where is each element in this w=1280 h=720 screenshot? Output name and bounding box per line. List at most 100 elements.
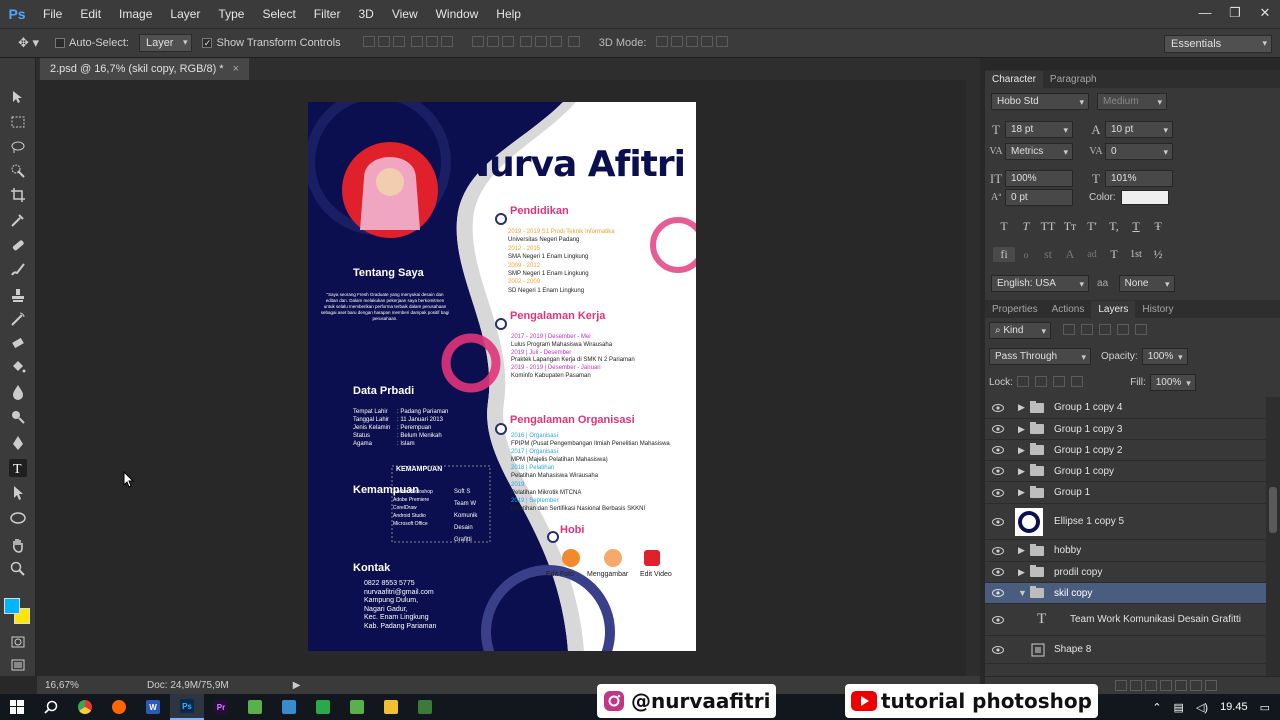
- tab-actions[interactable]: Actions: [1045, 301, 1092, 318]
- font-family-dropdown[interactable]: Hobo Std: [991, 93, 1089, 110]
- dodge-tool-icon[interactable]: [9, 408, 27, 426]
- close-tab-icon[interactable]: ×: [233, 63, 239, 75]
- foreground-color-swatch[interactable]: [4, 598, 20, 614]
- hand-tool-icon[interactable]: [9, 536, 27, 554]
- layer-footer-icons[interactable]: [1115, 680, 1220, 694]
- menu-filter[interactable]: Filter: [305, 0, 350, 28]
- menu-type[interactable]: Type: [209, 0, 253, 28]
- opacity-field[interactable]: 100%: [1141, 348, 1188, 365]
- quick-mask-icon[interactable]: [9, 633, 27, 651]
- restore-button[interactable]: ❐: [1220, 0, 1250, 26]
- faux-bold-button[interactable]: T: [993, 219, 1015, 234]
- eraser-tool-icon[interactable]: [9, 334, 27, 352]
- lasso-tool-icon[interactable]: [9, 138, 27, 156]
- menu-edit[interactable]: Edit: [71, 0, 110, 28]
- layer-filter-icons[interactable]: [1063, 323, 1150, 338]
- expand-arrow-icon[interactable]: ▶: [1018, 466, 1025, 477]
- move-tool-icon[interactable]: [9, 88, 27, 106]
- all-caps-button[interactable]: TT: [1037, 219, 1059, 234]
- taskbar-search-icon[interactable]: [34, 694, 68, 720]
- quick-select-tool-icon[interactable]: [9, 162, 27, 180]
- tab-properties[interactable]: Properties: [985, 301, 1045, 318]
- app-icon[interactable]: [238, 694, 272, 720]
- kerning-field[interactable]: Metrics: [1005, 143, 1073, 160]
- close-button[interactable]: ✕: [1250, 0, 1280, 26]
- premiere-icon[interactable]: Pr: [204, 694, 238, 720]
- blend-mode-dropdown[interactable]: Pass Through: [989, 348, 1091, 365]
- layer-row[interactable]: ▶ Group 1 copy: [985, 461, 1266, 482]
- time-display[interactable]: 19.45: [1220, 701, 1248, 713]
- layer-row[interactable]: ▶ Group 1 copy 2: [985, 440, 1266, 461]
- healing-brush-tool-icon[interactable]: [9, 236, 27, 254]
- app-icon[interactable]: [272, 694, 306, 720]
- notification-icon[interactable]: ▭: [1260, 701, 1270, 714]
- ellipse-tool-icon[interactable]: [9, 509, 27, 527]
- chrome-icon[interactable]: [68, 694, 102, 720]
- layer-row[interactable]: ▶ hobby: [985, 540, 1266, 562]
- file-explorer-icon[interactable]: [374, 694, 408, 720]
- font-size-field[interactable]: 18 pt: [1005, 121, 1073, 138]
- subscript-button[interactable]: T,: [1103, 219, 1125, 234]
- eye-icon[interactable]: [992, 546, 1004, 555]
- eye-icon[interactable]: [992, 467, 1004, 475]
- fill-field[interactable]: 100%: [1149, 374, 1196, 391]
- eye-icon[interactable]: [992, 517, 1004, 526]
- document-tab[interactable]: 2.psd @ 16,7% (skil copy, RGB/8) * ×: [40, 58, 250, 80]
- expand-arrow-icon[interactable]: ▶: [1018, 545, 1025, 556]
- auto-select-dropdown[interactable]: Layer: [138, 34, 193, 52]
- network-icon[interactable]: ▤: [1174, 701, 1184, 714]
- stylistic-alternates-button[interactable]: A: [1059, 247, 1081, 262]
- move-tool-preset-icon[interactable]: ✥ ▾: [18, 35, 39, 51]
- zoom-tool-icon[interactable]: [9, 560, 27, 578]
- anti-alias-dropdown[interactable]: None: [1118, 275, 1175, 292]
- path-selection-tool-icon[interactable]: [9, 484, 27, 502]
- layer-row[interactable]: ▶ Group 1 copy 3: [985, 419, 1266, 440]
- eye-icon[interactable]: [992, 589, 1004, 597]
- align-icons[interactable]: [362, 36, 456, 50]
- clone-stamp-tool-icon[interactable]: [9, 286, 27, 304]
- marquee-tool-icon[interactable]: [9, 113, 27, 131]
- layer-row[interactable]: Ellipse 1 copy 5: [985, 504, 1266, 540]
- collapse-arrow-icon[interactable]: ▼: [1018, 588, 1027, 598]
- distribute-icons[interactable]: [471, 36, 583, 50]
- expand-arrow-icon[interactable]: ▶: [1018, 445, 1025, 456]
- horizontal-scale-field[interactable]: 101%: [1105, 170, 1173, 187]
- layer-row[interactable]: ▶ prodil copy: [985, 562, 1266, 583]
- pen-tool-icon[interactable]: [9, 434, 27, 452]
- tab-paragraph[interactable]: Paragraph: [1043, 71, 1104, 88]
- superscript-button[interactable]: T': [1081, 219, 1103, 234]
- eye-icon[interactable]: [992, 425, 1004, 433]
- auto-select-checkbox[interactable]: Auto-Select:: [55, 37, 129, 49]
- text-color-swatch[interactable]: [1121, 190, 1169, 205]
- menu-view[interactable]: View: [383, 0, 427, 28]
- start-button[interactable]: [0, 694, 34, 720]
- ligatures-button[interactable]: fi: [993, 247, 1015, 262]
- tab-layers[interactable]: Layers: [1091, 301, 1136, 318]
- canvas-scrollbar[interactable]: [966, 80, 980, 676]
- layer-row[interactable]: T Team Work Komunikasi Desain Grafitti: [985, 604, 1266, 636]
- eye-icon[interactable]: [992, 568, 1004, 576]
- type-tool-icon[interactable]: T: [9, 459, 27, 477]
- blur-tool-icon[interactable]: [9, 383, 27, 401]
- word-icon[interactable]: W: [136, 694, 170, 720]
- small-caps-button[interactable]: Tт: [1059, 219, 1081, 234]
- fractions-button[interactable]: ½: [1147, 247, 1169, 262]
- brush-tool-icon[interactable]: [9, 260, 27, 278]
- eye-icon[interactable]: [992, 488, 1004, 497]
- volume-icon[interactable]: ◁): [1196, 701, 1208, 714]
- menu-help[interactable]: Help: [487, 0, 530, 28]
- photoshop-taskbar-icon[interactable]: Ps: [170, 694, 204, 720]
- layers-scrollbar[interactable]: [1266, 397, 1280, 679]
- eye-icon[interactable]: [992, 446, 1004, 454]
- app-icon[interactable]: [408, 694, 442, 720]
- layer-row[interactable]: Shape 8: [985, 636, 1266, 664]
- faux-italic-button[interactable]: T: [1015, 219, 1037, 234]
- strikethrough-button[interactable]: Ŧ: [1147, 219, 1169, 234]
- tracking-field[interactable]: 0: [1105, 143, 1173, 160]
- language-dropdown[interactable]: English: USA: [991, 275, 1089, 292]
- expand-arrow-icon[interactable]: ▶: [1018, 487, 1025, 498]
- vertical-scale-field[interactable]: 100%: [1005, 170, 1073, 187]
- tab-history[interactable]: History: [1135, 301, 1180, 318]
- ordinals-button[interactable]: 1st: [1125, 249, 1147, 260]
- menu-3d[interactable]: 3D: [349, 0, 382, 28]
